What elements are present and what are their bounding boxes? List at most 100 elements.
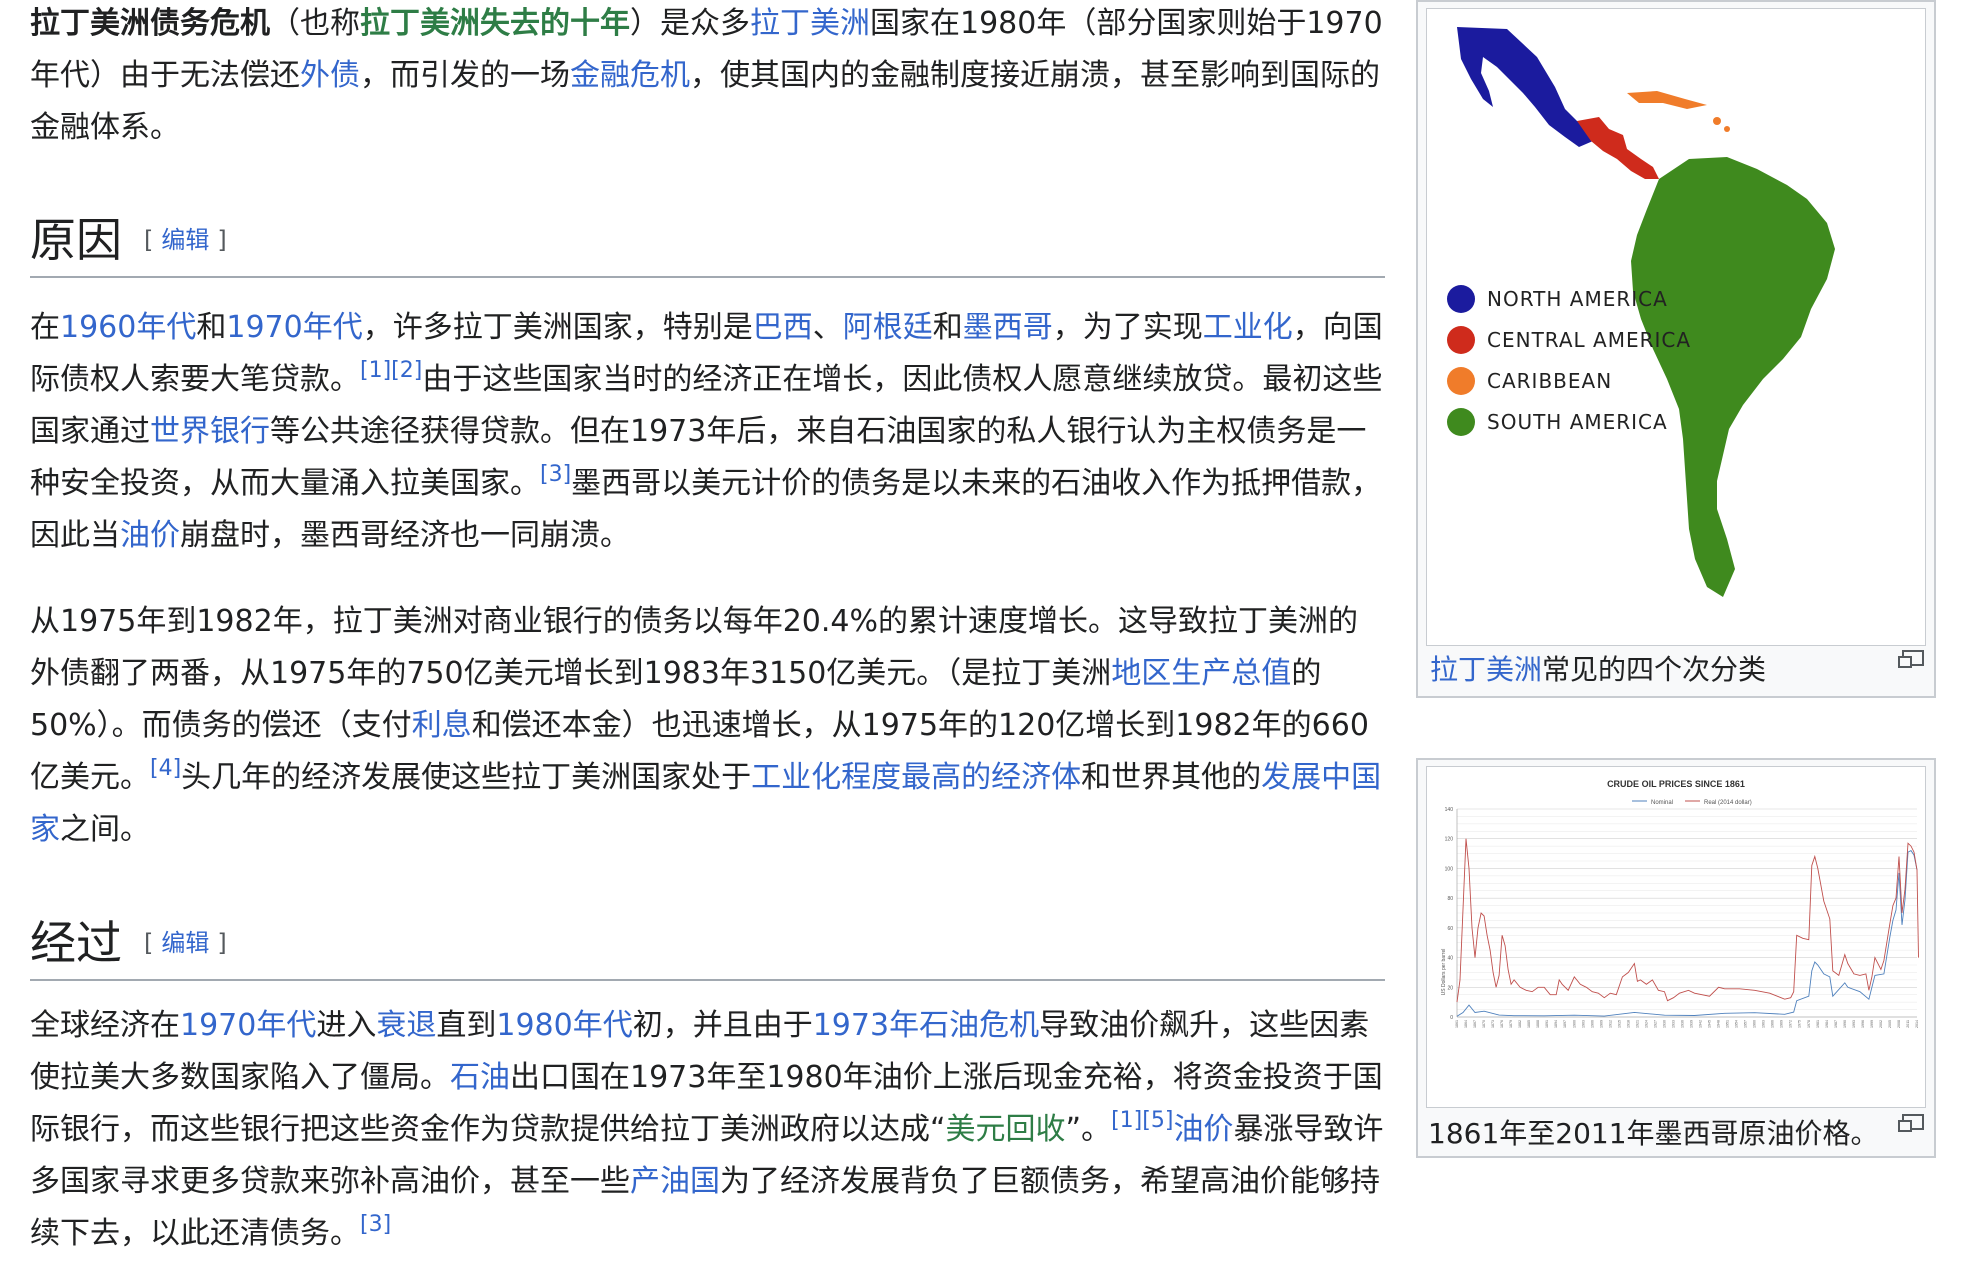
- chart-title: CRUDE OIL PRICES SINCE 1861: [1607, 779, 1745, 789]
- link-world-bank[interactable]: 世界银行: [150, 414, 270, 449]
- y-tick-label: 140: [1445, 807, 1454, 813]
- legend-label: CARIBBEAN: [1487, 369, 1613, 393]
- legend-dot: [1447, 408, 1475, 436]
- ref-link-1[interactable]: [1]: [1111, 1108, 1142, 1133]
- link-lost-decade[interactable]: 拉丁美洲失去的十年: [360, 6, 630, 41]
- ref-link-2[interactable]: [2]: [391, 358, 422, 383]
- section-heading-course: 经过 [编辑]: [30, 913, 1385, 981]
- link-industrialization[interactable]: 工业化: [1203, 310, 1293, 345]
- legend-label: CENTRAL AMERICA: [1487, 328, 1692, 352]
- text: 、: [812, 310, 843, 345]
- intro-paragraph: 拉丁美洲债务危机（也称拉丁美洲失去的十年）是众多拉丁美洲国家在1980年（部分国…: [30, 0, 1385, 154]
- heading-text: 经过: [30, 916, 122, 970]
- x-tick-label: 1936: [1680, 1020, 1684, 1028]
- ref-superscript: [1][2]: [360, 358, 422, 383]
- x-tick-label: 2014: [1915, 1020, 1919, 1028]
- ref-link-1[interactable]: [1]: [360, 358, 391, 383]
- text: ”。: [1065, 1112, 1112, 1147]
- link-petroleum[interactable]: 石油: [450, 1060, 510, 1095]
- x-tick-label: 1909: [1599, 1020, 1603, 1028]
- map-image-frame[interactable]: NORTH AMERICA CENTRAL AMERICA CARIBBEAN …: [1426, 8, 1926, 646]
- link-1970s[interactable]: 1970年代: [180, 1008, 316, 1043]
- map-legend-central-america: CENTRAL AMERICA: [1447, 322, 1691, 358]
- ref-superscript: [3]: [360, 1212, 391, 1237]
- ref-link-3[interactable]: [3]: [540, 462, 571, 487]
- x-tick-label: 2011: [1906, 1020, 1910, 1028]
- chart-series: [1456, 838, 1919, 1017]
- link-industrialized-economies[interactable]: 工业化程度最高的经济体: [751, 760, 1081, 795]
- edit-link-course[interactable]: 编辑: [161, 929, 209, 957]
- region-caribbean-island: [1724, 126, 1730, 132]
- text: 在: [30, 310, 60, 345]
- link-interest[interactable]: 利息: [412, 708, 472, 743]
- x-tick-label: 1963: [1762, 1020, 1766, 1028]
- y-tick-label: 20: [1447, 985, 1453, 991]
- y-tick-label: 40: [1447, 956, 1453, 962]
- x-tick-label: 1996: [1861, 1020, 1865, 1028]
- bracket: [: [144, 929, 154, 957]
- map-legend-caribbean: CARIBBEAN: [1447, 363, 1612, 399]
- caption-link-latin-america[interactable]: 拉丁美洲: [1430, 653, 1542, 686]
- legend-dot: [1447, 285, 1475, 313]
- link-foreign-debt[interactable]: 外债: [300, 58, 360, 93]
- link-financial-crisis[interactable]: 金融危机: [570, 58, 690, 93]
- map-legend-north-america: NORTH AMERICA: [1447, 281, 1668, 317]
- x-tick-label: 1870: [1482, 1020, 1486, 1028]
- text: 和: [196, 310, 227, 345]
- ref-link-5[interactable]: [5]: [1142, 1108, 1173, 1133]
- link-oil-price[interactable]: 油价: [120, 518, 180, 553]
- link-petrodollar-recycling[interactable]: 美元回收: [946, 1112, 1066, 1147]
- x-tick-label: 1879: [1509, 1020, 1513, 1028]
- x-tick-label: 1933: [1671, 1020, 1675, 1028]
- link-latin-america[interactable]: 拉丁美洲: [750, 6, 870, 41]
- link-1960s[interactable]: 1960年代: [60, 310, 196, 345]
- heading-text: 原因: [30, 213, 122, 267]
- x-tick-label: 1969: [1780, 1020, 1784, 1028]
- x-tick-label: 1951: [1726, 1020, 1730, 1028]
- x-tick-label: 1942: [1699, 1020, 1703, 1028]
- text: 直到: [436, 1008, 497, 1043]
- section-heading-causes: 原因 [编辑]: [30, 210, 1385, 278]
- map-legend-south-america: SOUTH AMERICA: [1447, 404, 1668, 440]
- text: 崩盘时，墨西哥经济也一同崩溃。: [180, 518, 630, 553]
- enlarge-icon[interactable]: [1898, 1114, 1924, 1132]
- link-mexico[interactable]: 墨西哥: [963, 310, 1053, 345]
- region-north-america: [1457, 27, 1597, 147]
- link-oil-crisis-1973[interactable]: 1973年石油危机: [813, 1008, 1039, 1043]
- causes-paragraph-2: 从1975年到1982年，拉丁美洲对商业银行的债务以每年20.4%的累计速度增长…: [30, 596, 1385, 856]
- y-tick-label: 100: [1445, 866, 1454, 872]
- legend-label-nominal: Nominal: [1651, 800, 1673, 806]
- series-line-nominal: [1456, 850, 1918, 1017]
- link-argentina[interactable]: 阿根廷: [843, 310, 933, 345]
- text: ，为了实现: [1052, 310, 1203, 345]
- region-caribbean-island: [1713, 117, 1721, 125]
- x-tick-label: 2008: [1897, 1020, 1901, 1028]
- ref-link-4[interactable]: [4]: [150, 756, 181, 781]
- x-tick-label: 1891: [1545, 1020, 1549, 1028]
- ref-link-3[interactable]: [3]: [360, 1212, 391, 1237]
- enlarge-icon[interactable]: [1898, 650, 1924, 668]
- x-tick-label: 1867: [1473, 1020, 1477, 1028]
- x-tick-label: 2005: [1888, 1020, 1892, 1028]
- link-recession[interactable]: 衰退: [376, 1008, 436, 1043]
- x-tick-label: 1915: [1617, 1020, 1621, 1028]
- oil-chart-frame[interactable]: CRUDE OIL PRICES SINCE 1861 Nominal Real…: [1426, 766, 1926, 1108]
- text: 全球经济在: [30, 1008, 180, 1043]
- oil-chart-thumbnail: CRUDE OIL PRICES SINCE 1861 Nominal Real…: [1416, 758, 1936, 1158]
- link-1980s[interactable]: 1980年代: [496, 1008, 632, 1043]
- ref-superscript: [4]: [150, 756, 181, 781]
- oil-price-chart: CRUDE OIL PRICES SINCE 1861 Nominal Real…: [1441, 779, 1919, 1028]
- x-tick-label: 1987: [1834, 1020, 1838, 1028]
- link-1970s[interactable]: 1970年代: [226, 310, 362, 345]
- legend-label: NORTH AMERICA: [1487, 287, 1668, 311]
- link-oil-price[interactable]: 油价: [1173, 1112, 1233, 1147]
- link-oil-producers[interactable]: 产油国: [630, 1164, 720, 1199]
- link-gdp[interactable]: 地区生产总值: [1111, 656, 1291, 691]
- link-brazil[interactable]: 巴西: [753, 310, 813, 345]
- x-tick-label: 1960: [1753, 1020, 1757, 1028]
- map-thumbnail: NORTH AMERICA CENTRAL AMERICA CARIBBEAN …: [1416, 0, 1936, 698]
- edit-link-causes[interactable]: 编辑: [161, 226, 209, 254]
- text: 初，并且由于: [632, 1008, 813, 1043]
- x-tick-label: 1939: [1690, 1020, 1694, 1028]
- x-tick-label: 1882: [1518, 1020, 1522, 1028]
